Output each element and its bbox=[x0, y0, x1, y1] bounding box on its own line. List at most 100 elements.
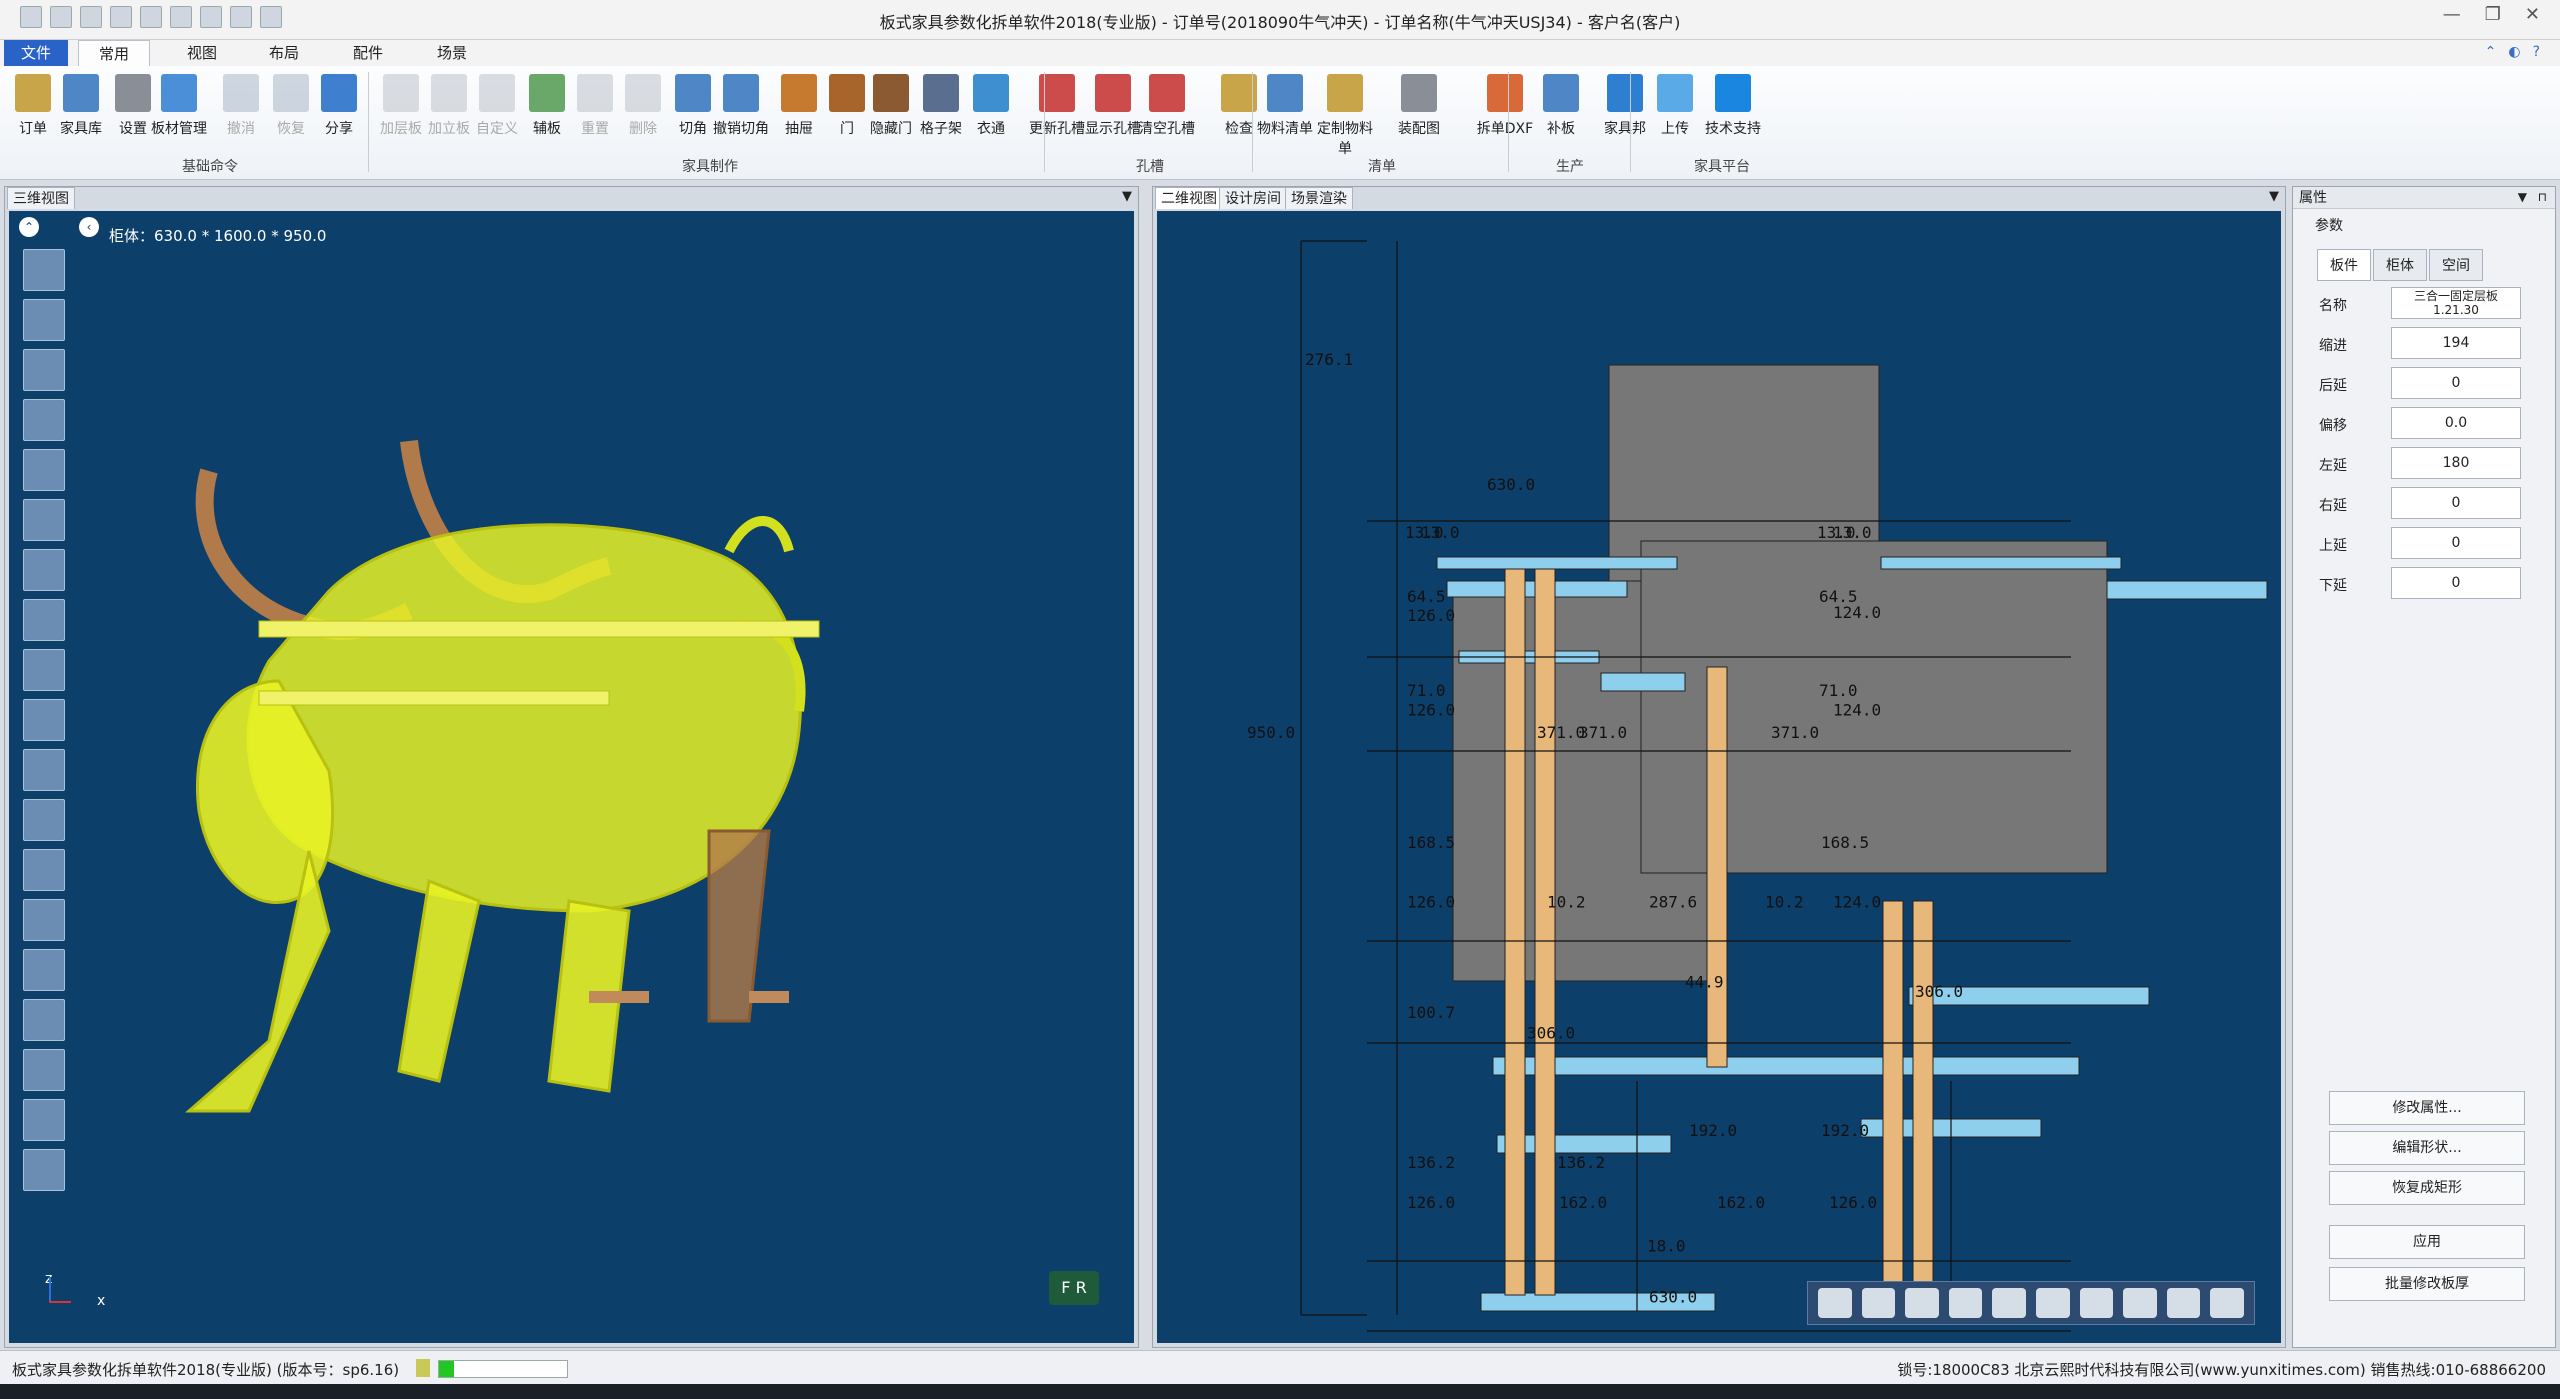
ribbon-button-28[interactable]: 补板 bbox=[1532, 72, 1590, 138]
lock-red-icon[interactable] bbox=[2166, 1288, 2201, 1318]
dimension-label: 168.5 bbox=[1407, 833, 1455, 852]
screenshot-icon[interactable] bbox=[1948, 1288, 1983, 1318]
menu-tab-scene[interactable]: 场景 bbox=[416, 40, 488, 66]
edit-shape-button[interactable]: 编辑形状... bbox=[2329, 1131, 2525, 1165]
dimension-label: 192.0 bbox=[1689, 1121, 1737, 1140]
ribbon-button-31[interactable]: 技术支持 bbox=[1704, 72, 1762, 138]
apply-button[interactable]: 应用 bbox=[2329, 1225, 2525, 1259]
prop-value-input[interactable]: 三合一固定层板1.21.30 bbox=[2391, 287, 2521, 319]
restore-button[interactable]: ❐ bbox=[2485, 4, 2501, 25]
dimension-label: 162.0 bbox=[1559, 1193, 1607, 1212]
dimension-label: 136.2 bbox=[1407, 1153, 1455, 1172]
menu-tab-common[interactable]: 常用 bbox=[78, 40, 150, 66]
palette-icon[interactable]: ◐ bbox=[2508, 44, 2520, 60]
bull-model bbox=[185, 439, 820, 1113]
ribbon-button-24[interactable]: 物料清单 bbox=[1256, 72, 1314, 138]
viewport-3d[interactable]: ⌃ ‹ 柜体：630.0 * 1600.0 * 950.0 z x F R bbox=[9, 211, 1134, 1343]
shape-icon[interactable] bbox=[2079, 1288, 2114, 1318]
unlock-icon[interactable] bbox=[2210, 1288, 2244, 1318]
dimension-label: 136.2 bbox=[1557, 1153, 1605, 1172]
font-decrease-icon[interactable] bbox=[2035, 1288, 2070, 1318]
menu-file[interactable]: 文件 bbox=[4, 40, 68, 66]
dimension-label: 126.0 bbox=[1407, 700, 1455, 719]
panel-menu-icon[interactable]: ▼ bbox=[2269, 189, 2279, 204]
tab-cabinet[interactable]: 柜体 bbox=[2373, 249, 2427, 281]
dropdown-icon[interactable]: ▼ bbox=[2518, 190, 2527, 204]
zoom-out-icon[interactable] bbox=[1861, 1288, 1896, 1318]
help-icon[interactable]: ? bbox=[2533, 44, 2540, 60]
close-button[interactable]: ✕ bbox=[2525, 4, 2540, 25]
ribbon-button-3[interactable]: 板材管理 bbox=[150, 72, 208, 138]
ribbon-icon-26 bbox=[1401, 74, 1437, 112]
dimension-label: 13.0 bbox=[1833, 523, 1872, 542]
tab-design-room[interactable]: 设计房间 bbox=[1219, 187, 1287, 209]
ribbon-button-6[interactable]: 分享 bbox=[310, 72, 368, 138]
prop-value-input[interactable]: 194 bbox=[2391, 327, 2521, 359]
lamp-icon bbox=[416, 1359, 430, 1377]
ribbon-label-30: 上传 bbox=[1661, 121, 1689, 137]
font-increase-icon[interactable] bbox=[1992, 1288, 2026, 1318]
collapse-ribbon-icon[interactable]: ⌃ bbox=[2485, 44, 2497, 60]
ribbon-button-21[interactable]: 显示孔槽 bbox=[1084, 72, 1142, 138]
dimension-label: 126.0 bbox=[1829, 1193, 1877, 1212]
menu-tab-accessories[interactable]: 配件 bbox=[332, 40, 404, 66]
tab-scene-render[interactable]: 场景渲染 bbox=[1285, 187, 1353, 209]
ribbon-button-19[interactable]: 衣通 bbox=[962, 72, 1020, 138]
menu-tab-layout[interactable]: 布局 bbox=[248, 40, 320, 66]
prop-label: 后延 bbox=[2319, 378, 2347, 394]
tab-2d-view[interactable]: 二维视图 bbox=[1155, 187, 1223, 209]
ribbon-icon-4 bbox=[223, 74, 259, 112]
dimension-label: 126.0 bbox=[1407, 892, 1455, 911]
ribbon-button-20[interactable]: 更新孔槽 bbox=[1028, 72, 1086, 138]
ribbon-button-27[interactable]: 拆单DXF bbox=[1476, 72, 1534, 138]
prop-value-input[interactable]: 180 bbox=[2391, 447, 2521, 479]
ribbon-button-30[interactable]: 上传 bbox=[1646, 72, 1704, 138]
dimension-label: 950.0 bbox=[1247, 723, 1295, 742]
group-label-holes: 孔槽 bbox=[1136, 159, 1164, 175]
ribbon-icon-8 bbox=[431, 74, 467, 112]
dimension-label: 71.0 bbox=[1407, 681, 1446, 700]
ribbon-icon-3 bbox=[161, 74, 197, 112]
os-taskbar bbox=[0, 1384, 2560, 1399]
dimension-label: 630.0 bbox=[1649, 1288, 1697, 1307]
ribbon-button-25[interactable]: 定制物料单 bbox=[1316, 72, 1374, 158]
tab-board[interactable]: 板件 bbox=[2317, 249, 2371, 281]
modify-attributes-button[interactable]: 修改属性... bbox=[2329, 1091, 2525, 1125]
properties-panel: 属性 ▼ ⊓ 参数 板件 柜体 空间 名称 三合一固定层板1.21.30 缩进 194… bbox=[2292, 186, 2556, 1348]
menu-tab-view[interactable]: 视图 bbox=[166, 40, 238, 66]
pin-icon[interactable]: ⊓ bbox=[2538, 190, 2547, 204]
lock-icon[interactable] bbox=[2123, 1288, 2157, 1318]
prop-value-input[interactable]: 0 bbox=[2391, 367, 2521, 399]
group-label-lists: 清单 bbox=[1368, 159, 1396, 175]
prop-label: 上延 bbox=[2319, 538, 2347, 554]
title-bar: 板式家具参数化拆单软件2018(专业版) - 订单号(2018090牛气冲天) … bbox=[0, 0, 2560, 40]
ribbon-icon-9 bbox=[479, 74, 515, 112]
ribbon-label-27: 拆单DXF bbox=[1476, 121, 1534, 137]
prop-value-input[interactable]: 0 bbox=[2391, 487, 2521, 519]
progress-bar bbox=[438, 1360, 568, 1378]
ribbon-button-14[interactable]: 撤销切角 bbox=[712, 72, 770, 138]
prop-value-input[interactable]: 0 bbox=[2391, 567, 2521, 599]
prop-value-input[interactable]: 0 bbox=[2391, 527, 2521, 559]
ribbon-button-1[interactable]: 家具库 bbox=[52, 72, 110, 138]
dimension-label: 18.0 bbox=[1647, 1236, 1686, 1255]
zoom-reset-icon[interactable] bbox=[1905, 1288, 1939, 1318]
tab-3d-view[interactable]: 三维视图 bbox=[7, 187, 75, 209]
status-bar: 板式家具参数化拆单软件2018(专业版) (版本号：sp6.16) 锁号:180… bbox=[0, 1350, 2560, 1384]
panel-menu-icon[interactable]: ▼ bbox=[1122, 189, 1132, 204]
prop-label: 偏移 bbox=[2319, 418, 2347, 434]
batch-thickness-button[interactable]: 批量修改板厚 bbox=[2329, 1267, 2525, 1301]
tab-space[interactable]: 空间 bbox=[2429, 249, 2483, 281]
dimension-label: 13.0 bbox=[1421, 523, 1460, 542]
ribbon-button-26[interactable]: 装配图 bbox=[1390, 72, 1448, 138]
viewport-2d[interactable]: 276.1 630.0 13.0 13.0 13.0 13.0 64.5 64.5 126.0 1… bbox=[1157, 211, 2281, 1343]
prop-value-input[interactable]: 0.0 bbox=[2391, 407, 2521, 439]
prop-row: 上延 0 bbox=[2319, 527, 2539, 563]
ribbon-button-22[interactable]: 清空孔槽 bbox=[1138, 72, 1196, 138]
dimension-label: 124.0 bbox=[1833, 700, 1881, 719]
zoom-in-icon[interactable] bbox=[1818, 1288, 1852, 1318]
restore-rectangle-button[interactable]: 恢复成矩形 bbox=[2329, 1171, 2525, 1205]
dimension-label: 371.0 bbox=[1537, 723, 1585, 742]
minimize-button[interactable]: — bbox=[2443, 4, 2461, 25]
view-orientation-badge[interactable]: F R bbox=[1049, 1271, 1099, 1305]
